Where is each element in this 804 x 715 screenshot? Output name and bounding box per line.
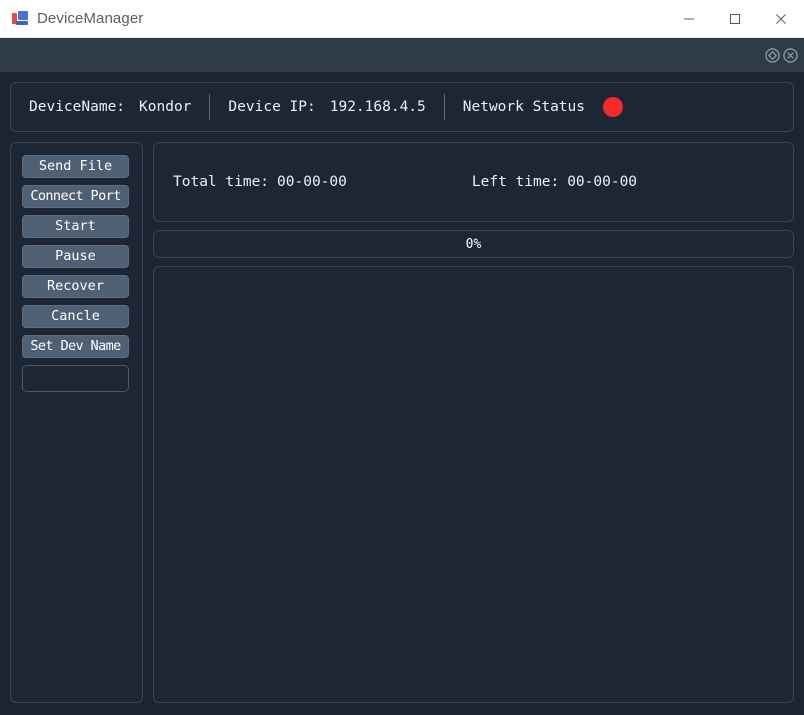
progress-percent-text: 0% [465,236,482,252]
pause-button[interactable]: Pause [22,245,129,268]
window-titlebar: DeviceManager [0,0,804,38]
total-time-label: Total time: [173,174,270,190]
right-column: Total time: 00-00-00 Left time: 00-00-00… [153,142,794,703]
device-info-bar: DeviceName: Kondor Device IP: 192.168.4.… [10,82,794,132]
maximize-button[interactable] [712,0,758,38]
device-name-value: Kondor [139,99,192,115]
progress-bar: 0% [153,230,794,258]
device-ip-value: 192.168.4.5 [329,99,426,115]
app-body: DeviceName: Kondor Device IP: 192.168.4.… [0,72,804,715]
content-row: Send File Connect Port Start Pause Recov… [10,142,794,703]
cancle-button[interactable]: Cancle [22,305,129,328]
minimize-button[interactable] [666,0,712,38]
recover-button[interactable]: Recover [22,275,129,298]
separator [443,94,445,120]
action-button-panel: Send File Connect Port Start Pause Recov… [10,142,143,703]
time-panel: Total time: 00-00-00 Left time: 00-00-00 [153,142,794,222]
window-controls [666,0,804,38]
separator [209,94,211,120]
device-name-label: DeviceName: [29,99,126,115]
network-status-indicator [602,97,623,117]
left-time-value: 00-00-00 [567,174,638,190]
total-time-value: 00-00-00 [277,174,347,190]
secondary-toolbar [0,38,804,72]
close-button[interactable] [758,0,804,38]
close-circle-icon[interactable] [783,47,798,63]
log-output-area[interactable] [153,266,794,703]
set-dev-name-button[interactable]: Set Dev Name [22,335,129,358]
connect-port-button[interactable]: Connect Port [22,185,129,208]
device-ip-label: Device IP: [228,99,316,115]
window-title: DeviceManager [37,10,144,27]
settings-circle-icon[interactable] [765,47,780,63]
start-button[interactable]: Start [22,215,129,238]
send-file-button[interactable]: Send File [22,155,129,178]
dev-name-input[interactable] [22,365,129,392]
app-logo-icon [12,10,28,27]
left-time-label: Left time: [471,174,560,190]
network-status-label: Network Status [462,99,585,115]
